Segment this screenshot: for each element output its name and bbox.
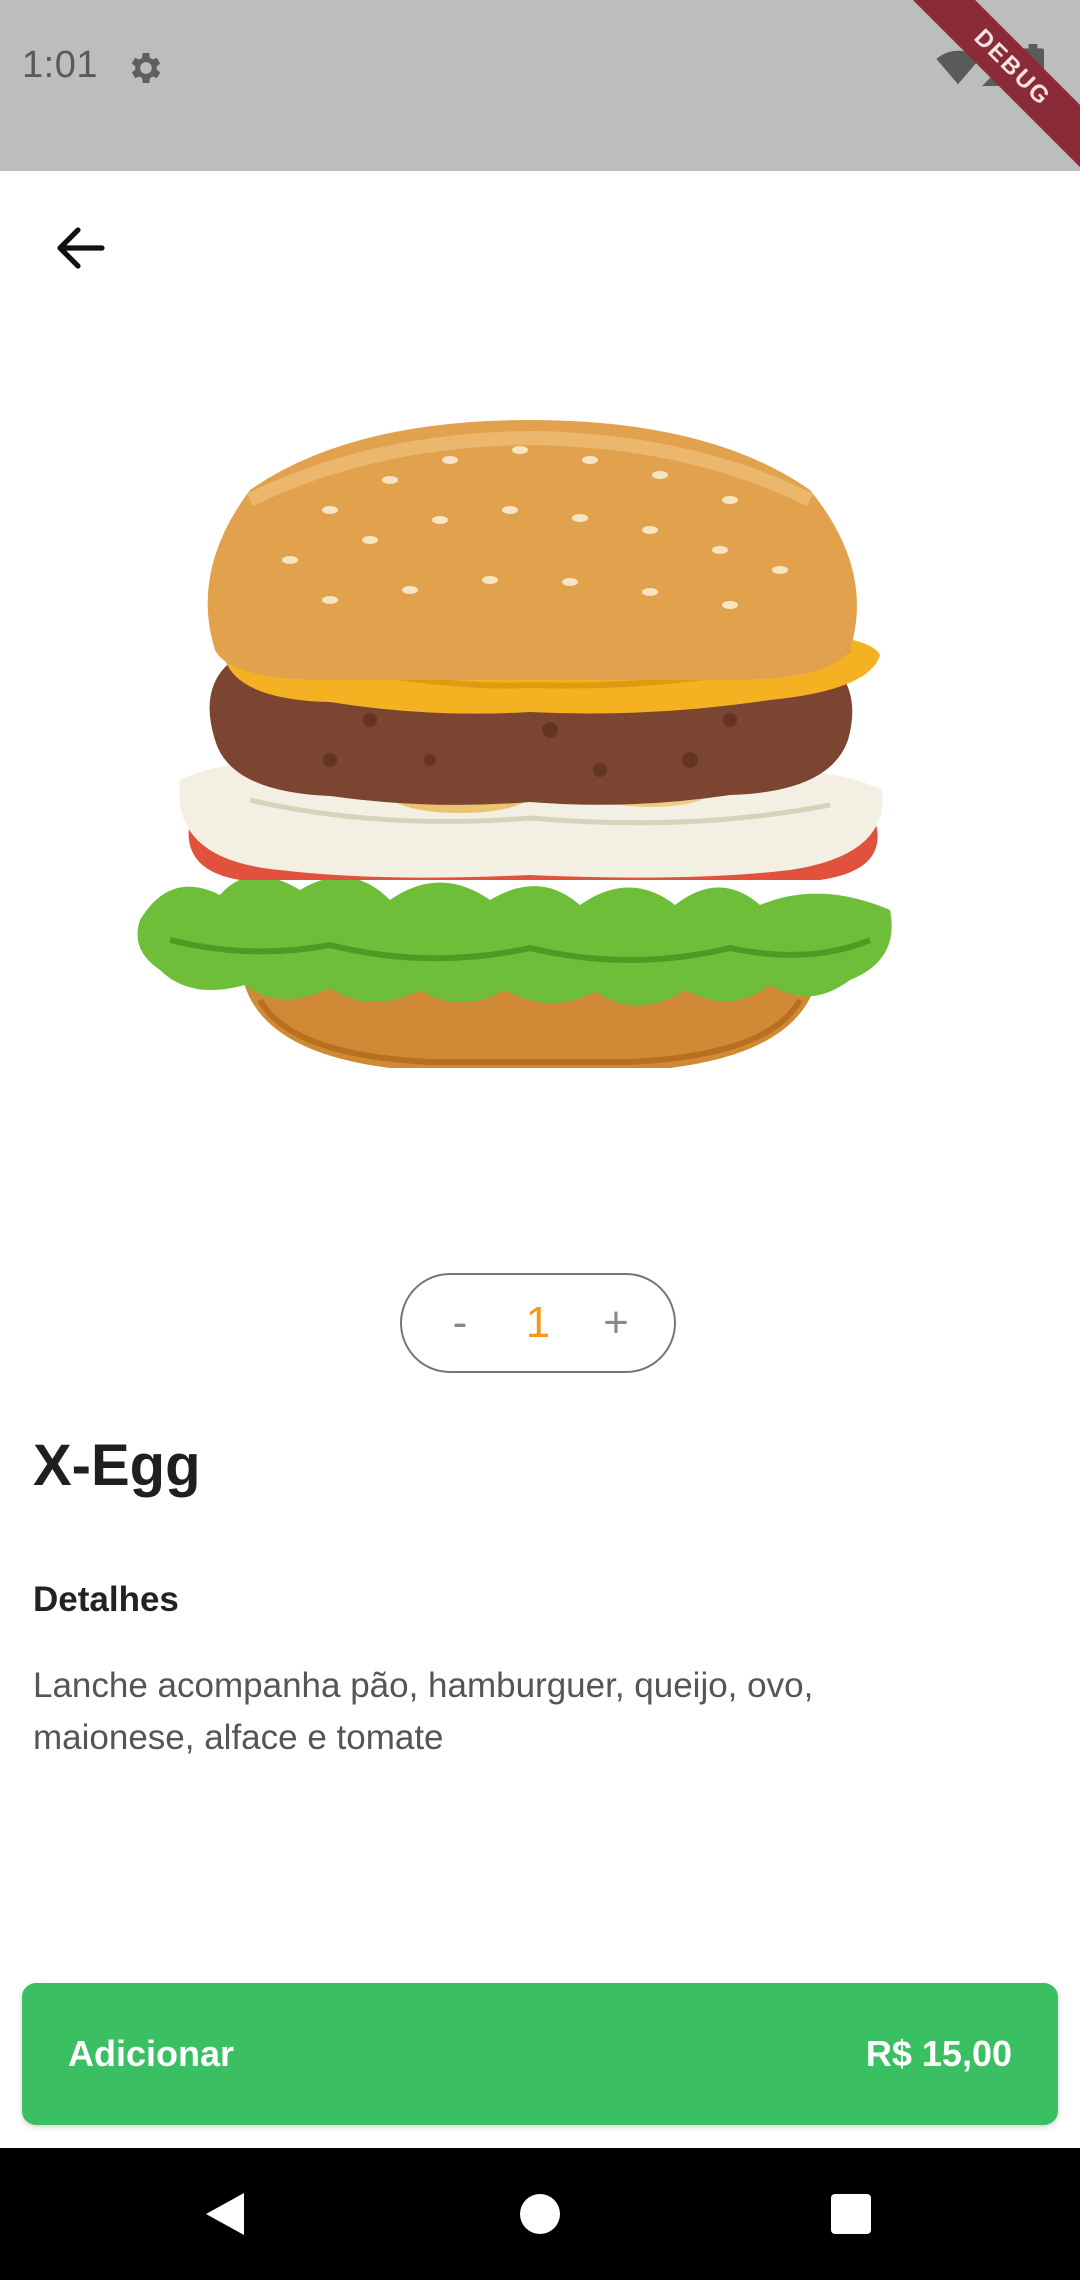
quantity-stepper: - 1 + (400, 1273, 676, 1373)
decrement-button[interactable]: - (440, 1298, 480, 1348)
details-description: Lanche acompanha pão, hamburguer, queijo… (33, 1666, 814, 1757)
increment-button[interactable]: + (596, 1298, 636, 1348)
add-button-label: Adicionar (68, 2033, 235, 2074)
arrow-left-icon (57, 227, 105, 269)
home-circle-icon (520, 2194, 560, 2234)
nav-back-button[interactable] (190, 2148, 260, 2280)
quantity-value: 1 (525, 1298, 551, 1347)
nav-home-button[interactable] (504, 2148, 576, 2280)
product-name: X-Egg (33, 1433, 201, 1498)
back-button[interactable] (40, 208, 120, 288)
details-heading: Detalhes (33, 1580, 179, 1619)
navigation-bar (0, 2148, 1080, 2280)
add-to-cart-button[interactable]: Adicionar R$ 15,00 (22, 1983, 1058, 2125)
gear-icon (131, 53, 161, 83)
burger-image (137, 420, 892, 1068)
back-triangle-icon (206, 2193, 244, 2235)
status-time: 1:01 (22, 44, 98, 86)
recents-square-icon (831, 2194, 871, 2234)
nav-recents-button[interactable] (816, 2148, 886, 2280)
status-bar: 1:01 DEBUG (0, 0, 1080, 171)
add-button-price: R$ 15,00 (865, 2033, 1012, 2074)
